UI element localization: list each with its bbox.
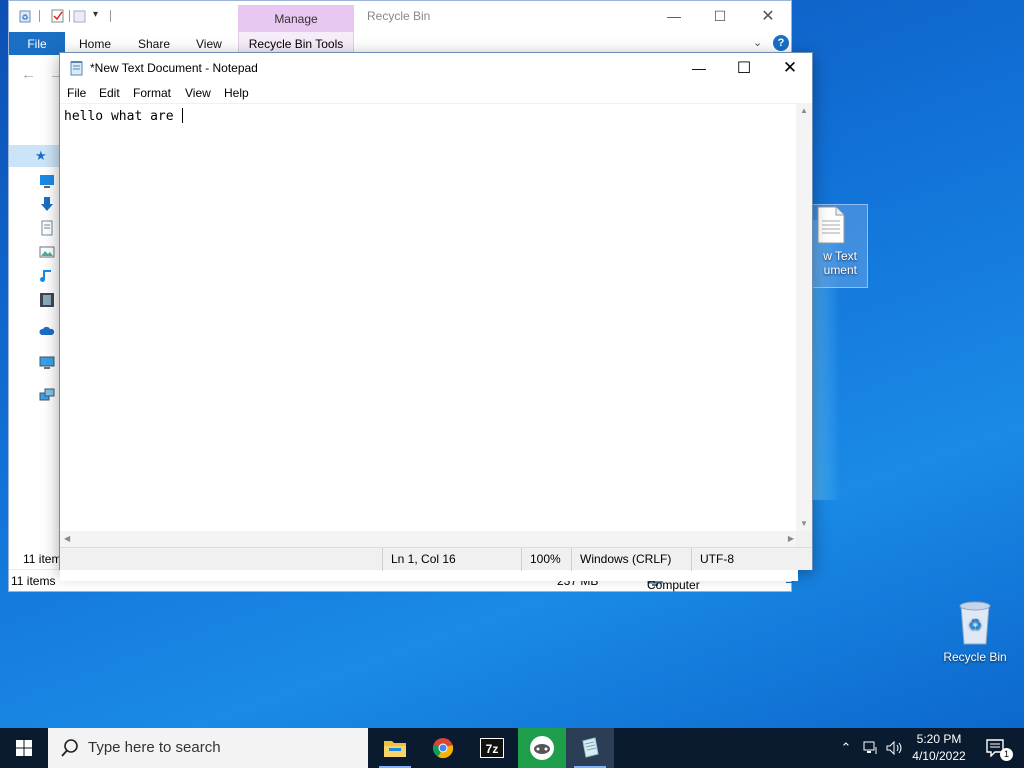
maximize-icon: ☐ [713, 7, 727, 24]
taskbar-chrome[interactable] [419, 728, 467, 768]
svg-text:7z: 7z [486, 742, 499, 756]
taskbar-search-box[interactable]: Type here to search [48, 728, 368, 768]
notepad-close-button[interactable]: ✕ [767, 53, 813, 83]
vertical-scrollbar[interactable]: ▲ ▼ [796, 103, 812, 531]
zoom-level: 100% [521, 548, 571, 571]
start-button[interactable] [0, 728, 48, 768]
notepad-status-bar: Ln 1, Col 16 100% Windows (CRLF) UTF-8 [60, 547, 812, 571]
notepad-window-title: *New Text Document - Notepad [90, 61, 258, 75]
notepad-app-icon [70, 61, 83, 76]
volume-tray-icon[interactable] [884, 728, 906, 768]
customize-toolbar-chevron-icon[interactable]: ▾ [93, 9, 98, 20]
editor-text: hello what are [64, 109, 182, 124]
toolbar-divider [39, 10, 40, 22]
folder-icon [384, 741, 406, 757]
notepad-taskbar-icon [582, 737, 599, 758]
notepad-window[interactable]: *New Text Document - Notepad — ☐ ✕ File … [59, 52, 813, 581]
music-icon[interactable] [39, 268, 55, 284]
search-icon [61, 739, 78, 757]
taskbar-notepad[interactable] [566, 728, 614, 768]
encoding: UTF-8 [691, 548, 811, 571]
taskbar: Type here to search 7z ⌃ 5:20 PM 4/10/20… [0, 728, 1024, 768]
chrome-icon [432, 738, 454, 759]
explorer-maximize-button[interactable]: ☐ [697, 1, 743, 31]
recycle-bin-icon: ♻ [959, 601, 991, 645]
text-document-icon [817, 206, 845, 244]
svg-text:♻: ♻ [21, 13, 28, 22]
clock-date: 4/10/2022 [912, 749, 966, 763]
network-status-icon [863, 741, 877, 754]
item-count: 11 items [11, 574, 56, 588]
minimize-icon: — [692, 60, 706, 76]
onedrive-icon[interactable] [39, 323, 55, 339]
scroll-down-arrow-icon[interactable]: ▼ [800, 519, 808, 528]
editor-content[interactable]: hello what are [64, 108, 184, 124]
windows-logo-icon [16, 740, 32, 756]
notepad-minimize-button[interactable]: — [676, 53, 722, 83]
taskbar-7zip[interactable]: 7z [468, 728, 516, 768]
desktop-icon-recycle-bin[interactable]: ♻ Recycle Bin [937, 600, 1013, 664]
toolbar-divider [69, 10, 70, 22]
help-button[interactable]: ? [773, 35, 789, 51]
menu-help[interactable]: Help [224, 86, 249, 100]
taskbar-clock[interactable]: 5:20 PM 4/10/2022 [906, 731, 972, 765]
search-placeholder: Type here to search [88, 739, 221, 756]
scroll-right-arrow-icon[interactable]: ▶ [788, 534, 794, 543]
line-ending: Windows (CRLF) [571, 548, 691, 571]
notepad-title-bar[interactable]: *New Text Document - Notepad — ☐ ✕ [60, 53, 812, 83]
maximize-icon: ☐ [736, 60, 752, 77]
scroll-up-arrow-icon[interactable]: ▲ [800, 106, 808, 115]
minimize-icon: — [667, 8, 681, 24]
text-caret [182, 108, 184, 123]
action-center-button[interactable]: 1 [976, 728, 1016, 768]
tab-manage[interactable]: Manage [238, 5, 354, 32]
downloads-icon[interactable] [39, 196, 55, 212]
notepad-menu-bar: File Edit Format View Help [60, 83, 812, 103]
svg-text:♻: ♻ [968, 617, 982, 634]
notification-count-badge: 1 [1000, 748, 1013, 761]
explorer-minimize-button[interactable]: — [651, 1, 697, 31]
menu-edit[interactable]: Edit [99, 86, 120, 100]
7zip-icon: 7z [480, 738, 504, 758]
gamepad-icon [530, 736, 554, 760]
scrollbar-corner [796, 531, 812, 547]
desktop-folder-icon[interactable] [39, 173, 55, 189]
menu-format[interactable]: Format [133, 86, 171, 100]
speaker-icon [886, 741, 902, 755]
properties-icon[interactable] [51, 9, 65, 23]
videos-icon[interactable] [39, 292, 55, 308]
network-tray-icon[interactable] [860, 728, 882, 768]
taskbar-file-explorer[interactable] [371, 728, 419, 768]
explorer-window-title: Recycle Bin [367, 9, 431, 23]
taskbar-game-app[interactable] [518, 728, 566, 768]
tab-file[interactable]: File [9, 32, 65, 55]
menu-file[interactable]: File [67, 86, 86, 100]
this-pc-icon[interactable] [39, 355, 55, 371]
recycle-bin-small-icon[interactable]: ♻ [18, 9, 32, 23]
network-icon[interactable] [39, 387, 55, 403]
desktop-icon-label: Recycle Bin [943, 650, 1007, 664]
back-arrow-icon[interactable]: ← [21, 66, 36, 83]
pictures-icon[interactable] [39, 244, 55, 260]
scroll-left-arrow-icon[interactable]: ◀ [64, 534, 70, 543]
pane-item-count: 11 item [23, 552, 62, 566]
clock-time: 5:20 PM [916, 732, 962, 746]
notepad-text-area[interactable]: hello what are [60, 103, 798, 581]
show-hidden-icons-chevron-icon[interactable]: ⌃ [836, 728, 856, 768]
ribbon-expand-chevron-icon[interactable]: ⌄ [753, 36, 762, 49]
new-folder-icon[interactable] [73, 9, 87, 23]
star-icon: ★ [35, 148, 47, 163]
horizontal-scrollbar[interactable]: ◀ ▶ [60, 531, 798, 547]
close-icon: ✕ [782, 58, 798, 77]
cursor-position: Ln 1, Col 16 [382, 548, 520, 571]
explorer-close-button[interactable]: ✕ [745, 1, 791, 31]
toolbar-divider [110, 10, 111, 22]
notepad-maximize-button[interactable]: ☐ [721, 53, 767, 83]
close-icon: ✕ [761, 8, 775, 25]
sidebar-item-quick-access[interactable]: ★ [9, 145, 61, 167]
documents-icon[interactable] [39, 220, 55, 236]
menu-view[interactable]: View [185, 86, 211, 100]
